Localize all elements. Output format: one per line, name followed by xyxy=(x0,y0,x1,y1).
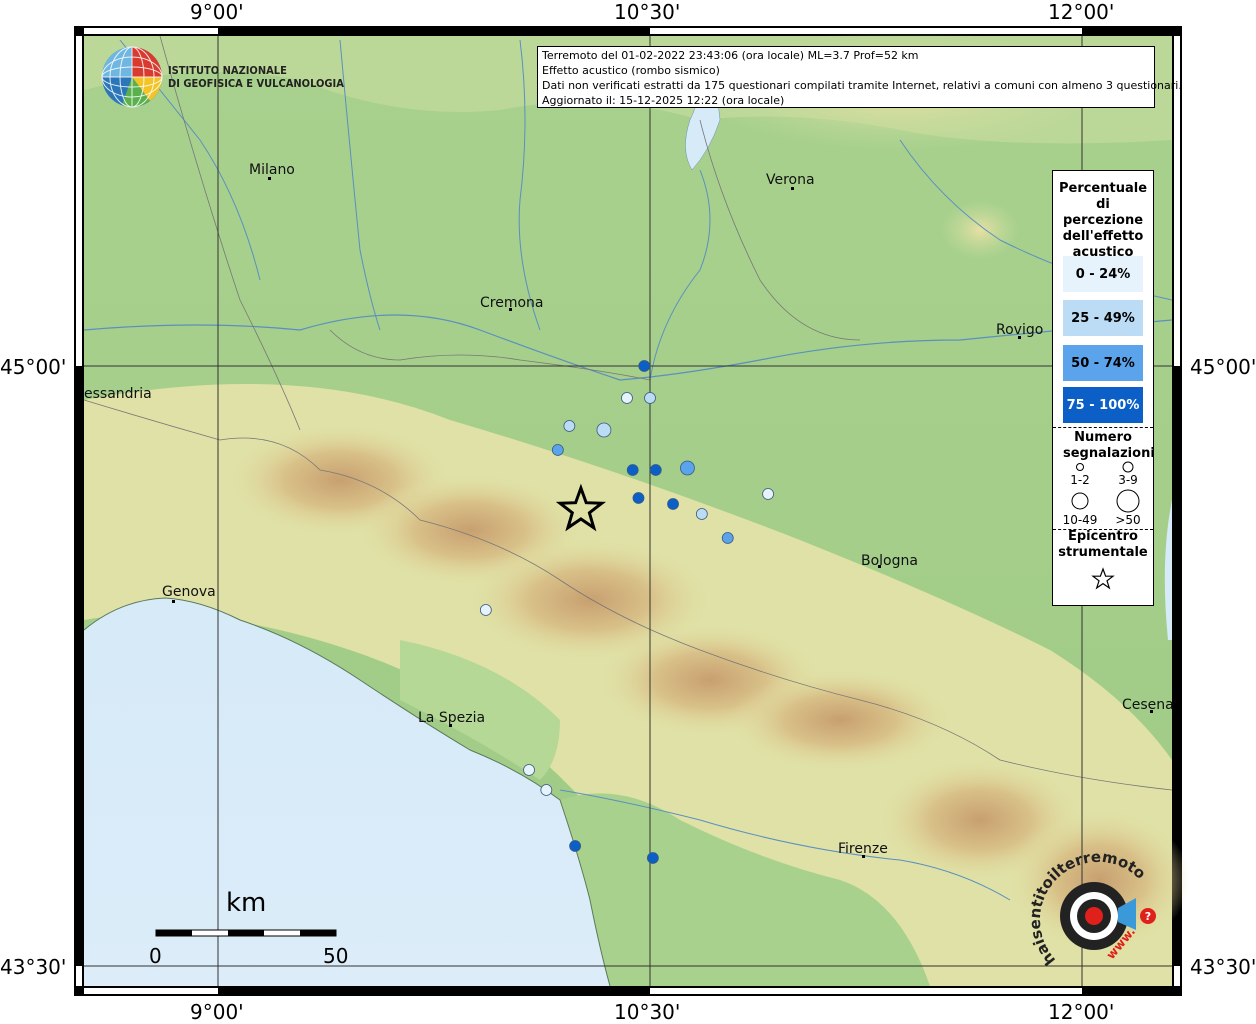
bottom-tick-10-30: 10°30' xyxy=(614,1000,681,1024)
city-label-cesena: Cesena xyxy=(1122,697,1174,713)
felt-report-point[interactable] xyxy=(638,360,651,372)
legend-title: Percentuale di percezione dell'effetto a… xyxy=(1058,181,1148,260)
legend-count-1-2: 1-2 xyxy=(1070,473,1090,487)
ingv-logo-text: ISTITUTO NAZIONALE DI GEOFISICA E VULCAN… xyxy=(168,64,344,90)
felt-report-point[interactable] xyxy=(563,420,576,432)
legend-class-2-label: 50 - 74% xyxy=(1071,355,1135,371)
felt-report-point[interactable] xyxy=(540,784,553,796)
scale-bar xyxy=(155,929,337,937)
felt-report-point[interactable] xyxy=(523,764,535,776)
felt-report-point[interactable] xyxy=(680,460,695,476)
event-info-line3: Dati non verificati estratti da 175 ques… xyxy=(542,79,1182,92)
legend-count-title: Numero segnalazioni xyxy=(1063,430,1155,461)
city-label-verona: Verona xyxy=(766,172,815,188)
scale-bar-end: 50 xyxy=(323,944,349,968)
legend-epicenter-star-icon xyxy=(1091,567,1115,590)
felt-report-point[interactable] xyxy=(762,488,774,500)
legend-count-10-49: 10-49 xyxy=(1062,513,1098,527)
city-label-milano: Milano xyxy=(249,162,295,178)
event-info-box: Terremoto del 01-02-2022 23:43:06 (ora l… xyxy=(537,46,1182,108)
scale-bar-start: 0 xyxy=(149,944,162,968)
felt-report-point[interactable] xyxy=(621,392,633,404)
bottom-tick-12-00: 12°00' xyxy=(1048,1000,1115,1024)
legend-class-3: 75 - 100% xyxy=(1063,387,1143,423)
felt-report-point[interactable] xyxy=(649,464,662,476)
ingv-globe-logo xyxy=(101,46,163,108)
city-label-bologna: Bologna xyxy=(861,553,918,569)
felt-report-point[interactable] xyxy=(632,492,645,504)
left-tick-45-00: 45°00' xyxy=(0,355,67,379)
svg-text:?: ? xyxy=(1145,910,1151,923)
felt-report-point[interactable] xyxy=(644,392,656,404)
legend-count-3-9: 3-9 xyxy=(1118,473,1138,487)
legend-count-circles xyxy=(1071,461,1140,513)
city-label-genova: Genova xyxy=(162,584,216,600)
ingv-logo-line1: ISTITUTO NAZIONALE xyxy=(168,64,287,77)
city-label-la-spezia: La Spezia xyxy=(418,710,486,726)
right-tick-43-30: 43°30' xyxy=(1190,955,1256,979)
top-tick-10-30: 10°30' xyxy=(614,0,681,24)
legend-class-1: 25 - 49% xyxy=(1063,300,1143,336)
legend-panel: Percentuale di percezione dell'effetto a… xyxy=(1052,170,1155,606)
felt-report-point[interactable] xyxy=(551,444,564,456)
top-tick-9-00: 9°00' xyxy=(190,0,244,24)
felt-report-point[interactable] xyxy=(626,464,639,476)
event-info-line1: Terremoto del 01-02-2022 23:43:06 (ora l… xyxy=(542,49,919,62)
legend-count-50: >50 xyxy=(1115,513,1141,527)
felt-report-point[interactable] xyxy=(646,852,659,864)
left-tick-43-30: 43°30' xyxy=(0,955,67,979)
legend-epicenter-title: Epicentro strumentale xyxy=(1058,529,1148,560)
felt-report-point[interactable] xyxy=(721,532,734,544)
event-info-line2: Effetto acustico (rombo sismico) xyxy=(542,64,720,77)
felt-report-point[interactable] xyxy=(667,498,679,510)
legend-class-1-label: 25 - 49% xyxy=(1071,310,1135,326)
scale-bar-unit: km xyxy=(226,888,267,918)
top-tick-12-00: 12°00' xyxy=(1048,0,1115,24)
felt-report-point[interactable] xyxy=(569,840,582,852)
city-label-cremona: Cremona xyxy=(480,295,544,311)
felt-report-point[interactable] xyxy=(596,422,612,438)
ingv-logo-line2: DI GEOFISICA E VULCANOLOGIA xyxy=(168,77,344,90)
legend-class-3-label: 75 - 100% xyxy=(1066,397,1140,413)
legend-class-2: 50 - 74% xyxy=(1063,345,1143,381)
bottom-tick-9-00: 9°00' xyxy=(190,1000,244,1024)
felt-report-point[interactable] xyxy=(479,604,492,616)
right-tick-45-00: 45°00' xyxy=(1190,355,1256,379)
felt-report-point[interactable] xyxy=(695,508,708,520)
city-label-rovigo: Rovigo xyxy=(996,322,1044,338)
legend-class-0: 0 - 24% xyxy=(1063,256,1143,292)
city-label-alessandria: essandria xyxy=(84,386,152,402)
event-info-line4: Aggiornato il: 15-12-2025 12:22 (ora loc… xyxy=(542,94,785,107)
legend-class-0-label: 0 - 24% xyxy=(1075,266,1131,282)
city-label-firenze: Firenze xyxy=(838,841,888,857)
